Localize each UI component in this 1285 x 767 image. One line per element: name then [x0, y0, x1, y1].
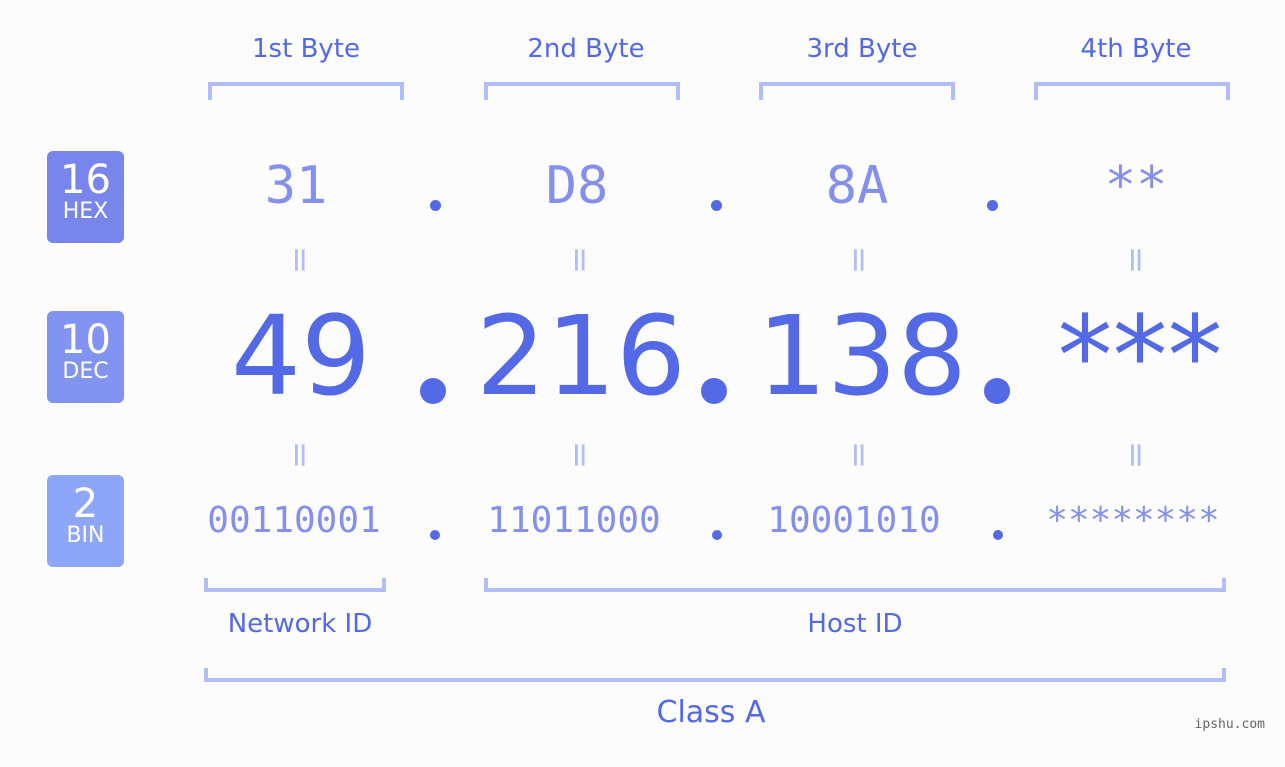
bin-byte-3: 10001010	[767, 500, 941, 541]
badge-hex-base: 16	[60, 157, 111, 203]
watermark: ipshu.com	[1194, 717, 1265, 732]
header-byte-3: 3rd Byte	[806, 34, 918, 64]
badge-bin-base: 2	[72, 481, 99, 527]
dec-dot-1	[420, 378, 446, 404]
equals-icon: =	[560, 440, 600, 470]
bin-byte-1: 00110001	[207, 500, 381, 541]
badge-dec-label: DEC	[62, 359, 109, 384]
dec-byte-2: 216	[476, 292, 686, 420]
hex-dot-2	[711, 200, 722, 211]
class-label: Class A	[656, 695, 766, 730]
badge-bin: 2 BIN	[47, 475, 124, 567]
bracket-class	[204, 668, 1226, 682]
host-id-label: Host ID	[807, 609, 903, 639]
equals-icon: =	[1116, 440, 1156, 470]
equals-icon: =	[280, 440, 320, 470]
hex-byte-1: 31	[264, 156, 328, 216]
dec-dot-2	[701, 378, 727, 404]
hex-byte-3: 8A	[825, 156, 889, 216]
badge-hex-label: HEX	[62, 199, 109, 224]
bin-byte-4: ********	[1046, 500, 1220, 541]
bracket-byte-1	[208, 82, 404, 100]
bin-dot-3	[993, 530, 1003, 540]
equals-icon: =	[1116, 245, 1156, 275]
dec-byte-3: 138	[757, 292, 967, 420]
badge-dec-base: 10	[60, 317, 111, 363]
badge-hex: 16 HEX	[47, 151, 124, 243]
equals-icon: =	[280, 245, 320, 275]
bin-byte-2: 11011000	[487, 500, 661, 541]
bin-dot-1	[430, 530, 440, 540]
hex-byte-2: D8	[545, 156, 609, 216]
header-byte-4: 4th Byte	[1080, 34, 1192, 64]
hex-dot-3	[987, 200, 998, 211]
dec-dot-3	[984, 378, 1010, 404]
equals-icon: =	[560, 245, 600, 275]
header-byte-2: 2nd Byte	[527, 34, 645, 64]
header-byte-1: 1st Byte	[252, 34, 360, 64]
equals-icon: =	[839, 245, 879, 275]
bin-dot-2	[712, 530, 722, 540]
network-id-label: Network ID	[227, 609, 373, 639]
bracket-byte-4	[1034, 82, 1230, 100]
dec-byte-1: 49	[231, 292, 371, 420]
hex-byte-4: **	[1104, 156, 1168, 216]
dec-byte-4: ***	[1057, 292, 1223, 420]
bracket-byte-3	[759, 82, 955, 100]
badge-dec: 10 DEC	[47, 311, 124, 403]
hex-dot-1	[430, 200, 441, 211]
equals-icon: =	[839, 440, 879, 470]
bracket-network-id	[204, 578, 386, 592]
bracket-host-id	[484, 578, 1226, 592]
badge-bin-label: BIN	[66, 523, 105, 548]
bracket-byte-2	[484, 82, 680, 100]
